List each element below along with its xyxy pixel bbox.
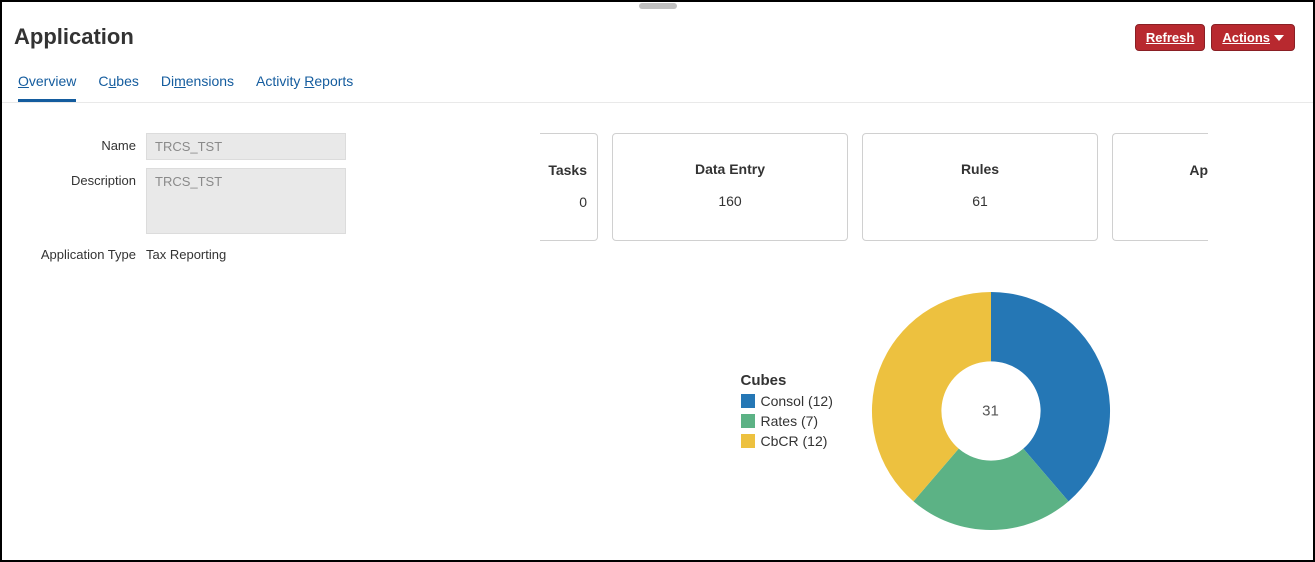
tab-overview[interactable]: Overview [18,69,76,102]
drag-handle[interactable] [639,3,677,9]
chart-title: Cubes [741,372,851,389]
cubes-chart-block: Cubes Consol (12) Rates (7) CbCR (12) [554,287,1301,535]
stat-card-title: Data Entry [695,161,765,177]
actions-button-label: Actions [1222,30,1270,45]
content-area: Name Description Application Type Tax Re… [2,103,1313,545]
stat-card-title: Tasks [548,162,587,178]
legend-item-consol: Consol (12) [741,391,851,411]
apptype-value: Tax Reporting [146,242,226,262]
name-field[interactable] [146,133,346,160]
stat-cards: Tasks 0 Data Entry 160 Rules 61 Ap [554,133,1301,241]
stat-card-title: Ap [1189,162,1208,178]
description-field[interactable] [146,168,346,234]
swatch-cbcr [741,434,755,448]
tab-activity-reports[interactable]: Activity Reports [256,69,353,102]
stat-card-leading-partial[interactable]: Tasks 0 [540,133,598,241]
refresh-button-label: Refresh [1146,30,1194,45]
page-title: Application [14,24,134,50]
chart-legend: Cubes Consol (12) Rates (7) CbCR (12) [741,372,851,451]
overview-panel: Tasks 0 Data Entry 160 Rules 61 Ap Cubes [554,133,1301,535]
tab-dimensions[interactable]: Dimensions [161,69,234,102]
description-label: Description [14,168,146,188]
stat-card-trailing-partial[interactable]: Ap [1112,133,1208,241]
form-panel: Name Description Application Type Tax Re… [14,133,534,270]
tab-bar: Overview Cubes Dimensions Activity Repor… [2,51,1313,103]
actions-button[interactable]: Actions [1211,24,1295,51]
apptype-label: Application Type [14,242,146,262]
caret-down-icon [1274,35,1284,41]
donut-chart: 31 [867,287,1115,535]
tab-cubes[interactable]: Cubes [98,69,139,102]
stat-card-title: Rules [961,161,999,177]
stat-card-value: 160 [718,193,741,209]
swatch-consol [741,394,755,408]
header-buttons: Refresh Actions [1135,24,1295,51]
page-header: Application Refresh Actions [2,2,1313,51]
stat-card-value: 0 [579,194,587,210]
legend-item-rates: Rates (7) [741,411,851,431]
refresh-button[interactable]: Refresh [1135,24,1205,51]
stat-card-rules[interactable]: Rules 61 [862,133,1098,241]
name-label: Name [14,133,146,153]
swatch-rates [741,414,755,428]
legend-label: Consol (12) [761,391,833,411]
legend-label: Rates (7) [761,411,819,431]
legend-label: CbCR (12) [761,431,828,451]
legend-item-cbcr: CbCR (12) [741,431,851,451]
donut-center-value: 31 [982,403,999,420]
stat-card-data-entry[interactable]: Data Entry 160 [612,133,848,241]
stat-card-value: 61 [972,193,988,209]
